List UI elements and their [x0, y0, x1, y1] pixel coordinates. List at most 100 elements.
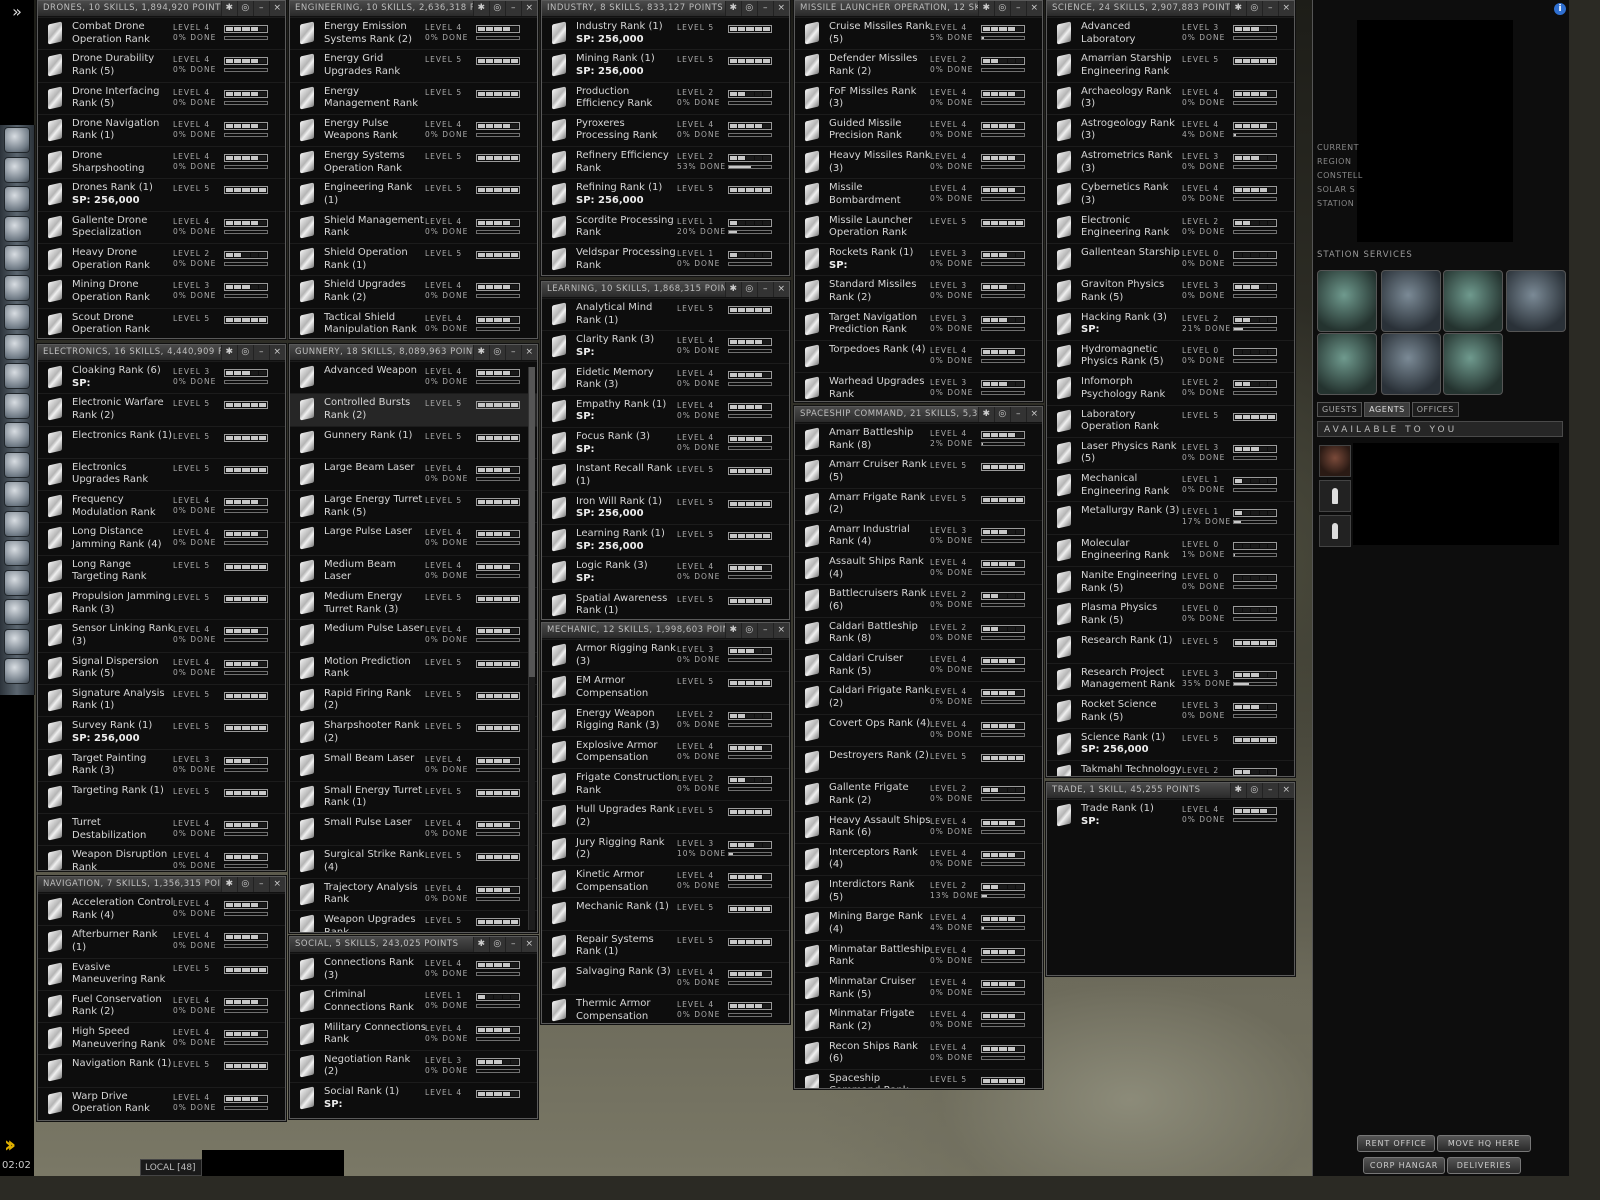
skill-row[interactable]: Trade Rank (1) SP: LEVEL 4 0% DONE [1047, 799, 1294, 831]
skill-row[interactable]: Caldari Battleship Rank (8) LEVEL 2 0% DO… [795, 616, 1042, 649]
pin-icon[interactable]: ✱ [221, 345, 237, 360]
skill-row[interactable]: Learning Rank (1) SP: 256,000 LEVEL 5 [542, 524, 789, 556]
skill-row[interactable]: Destroyers Rank (2) LEVEL 5 [795, 745, 1042, 778]
map-icon[interactable] [5, 275, 29, 300]
skill-row[interactable]: Heavy Drone Operation Rank LEVEL 2 0% DON… [38, 243, 285, 275]
skill-row[interactable]: Signal Dispersion Rank (5) LEVEL 4 0% DON… [38, 651, 285, 684]
agent-portrait[interactable] [1319, 445, 1351, 477]
skill-row[interactable]: Social Rank (1) SP: LEVEL 4 [290, 1082, 537, 1114]
skill-row[interactable]: Drone Navigation Rank (1) LEVEL 4 0% DONE [38, 113, 285, 146]
pin-icon[interactable]: ✱ [978, 1, 994, 16]
minimize-icon[interactable]: – [505, 1, 521, 16]
skill-row[interactable]: Research Project Management Rank LEVEL 3… [1047, 662, 1294, 695]
minimize-icon[interactable]: – [757, 282, 773, 297]
close-icon[interactable]: × [269, 345, 285, 360]
skill-row[interactable]: Medium Beam Laser LEVEL 4 0% DONE [290, 554, 537, 587]
close-icon[interactable]: × [521, 345, 537, 360]
pin-icon[interactable]: ✱ [473, 937, 489, 952]
minimize-icon[interactable]: – [253, 345, 269, 360]
skill-row[interactable]: Missile Bombardment LEVEL 4 0% DONE [795, 178, 1042, 210]
skill-row[interactable]: Frigate Construction Rank LEVEL 2 0% DONE [542, 768, 789, 800]
skill-row[interactable]: Advanced Weapon LEVEL 4 0% DONE [290, 361, 537, 393]
settings-icon[interactable]: ◎ [741, 282, 757, 297]
rent-office-button[interactable]: RENT OFFICE [1357, 1135, 1435, 1152]
settings-icon[interactable]: ◎ [489, 937, 505, 952]
cargo-icon[interactable] [5, 393, 29, 418]
starmap-icon[interactable] [5, 364, 29, 388]
skill-row[interactable]: Focus Rank (3) SP: LEVEL 4 0% DONE [542, 427, 789, 459]
skill-row[interactable]: Tactical Shield Manipulation Rank LEVEL … [290, 307, 537, 338]
skill-row[interactable]: Small Beam Laser LEVEL 4 0% DONE [290, 748, 537, 781]
skill-row[interactable]: Assault Ships Rank (4) LEVEL 4 0% DONE [795, 552, 1042, 584]
pin-icon[interactable]: ✱ [473, 1, 489, 16]
skill-row[interactable]: Trajectory Analysis Rank LEVEL 4 0% DONE [290, 877, 537, 910]
skill-row[interactable]: Instant Recall Rank (1) LEVEL 5 [542, 459, 789, 491]
skill-row[interactable]: Sharpshooter Rank (2) LEVEL 5 [290, 716, 537, 748]
skill-row[interactable]: Molecular Engineering Rank LEVEL 0 1% DON… [1047, 533, 1294, 566]
notepad-icon[interactable] [5, 216, 29, 241]
skill-row[interactable]: Refinery Efficiency Rank LEVEL 2 53% DONE [542, 146, 789, 178]
skill-row[interactable]: Industry Rank (1) SP: 256,000 LEVEL 5 [542, 17, 789, 49]
local-chat-tab[interactable]: LOCAL [48] [140, 1159, 202, 1176]
skill-row[interactable]: Astrometrics Rank (3) LEVEL 3 0% DONE [1047, 146, 1294, 178]
skill-row[interactable]: Large Pulse Laser LEVEL 4 0% DONE [290, 522, 537, 554]
skill-row[interactable]: Rockets Rank (1) SP: LEVEL 3 0% DONE [795, 243, 1042, 275]
wallet-icon[interactable] [5, 452, 29, 477]
window-header[interactable]: GUNNERY, 18 SKILLS, 8,089,963 POINTS ✱ ◎ –… [290, 345, 537, 361]
move-hq-here-button[interactable]: MOVE HQ HERE [1437, 1135, 1531, 1152]
journal-icon[interactable] [5, 305, 29, 329]
window-header[interactable]: DRONES, 10 SKILLS, 1,894,920 POINTS ✱ ◎ – × [38, 1, 285, 17]
skill-row[interactable]: Science Rank (1) SP: 256,000 LEVEL 5 [1047, 727, 1294, 760]
close-icon[interactable]: × [1026, 1, 1042, 16]
skill-row[interactable]: Sensor Linking Rank (3) LEVEL 4 0% DONE [38, 619, 285, 651]
pin-icon[interactable]: ✱ [221, 877, 237, 892]
close-icon[interactable]: × [521, 937, 537, 952]
window-header[interactable]: INDUSTRY, 8 SKILLS, 833,127 POINTS ✱ ◎ – × [542, 1, 789, 17]
skill-row[interactable]: Amarr Cruiser Rank (5) LEVEL 5 [795, 455, 1042, 487]
skill-row[interactable]: Drone Interfacing Rank (5) LEVEL 4 0% DON… [38, 81, 285, 114]
skill-row[interactable]: Battlecruisers Rank (6) LEVEL 2 0% DONE [795, 584, 1042, 616]
skill-row[interactable]: Analytical Mind Rank (1) LEVEL 5 [542, 298, 789, 330]
skill-row[interactable]: Recon Ships Rank (6) LEVEL 4 0% DONE [795, 1036, 1042, 1069]
pin-icon[interactable]: ✱ [725, 282, 741, 297]
skill-row[interactable]: Energy Systems Operation Rank LEVEL 5 [290, 146, 537, 178]
window-header[interactable]: SCIENCE, 24 SKILLS, 2,907,883 POINTS ✱ ◎ –… [1047, 1, 1294, 17]
skill-row[interactable]: Amarr Battleship Rank (8) LEVEL 4 2% DONE [795, 423, 1042, 455]
skill-row[interactable]: Spatial Awareness Rank (1) LEVEL 5 [542, 588, 789, 619]
skill-row[interactable]: Hydromagnetic Physics Rank (5) LEVEL 0 0%… [1047, 339, 1294, 372]
skill-row[interactable]: Caldari Frigate Rank (2) LEVEL 4 0% DONE [795, 681, 1042, 713]
settings-icon[interactable]: ◎ [1246, 783, 1262, 798]
skill-row[interactable]: Rapid Firing Rank (2) LEVEL 5 [290, 683, 537, 716]
skill-row[interactable]: Infomorph Psychology Rank LEVEL 2 0% DONE [1047, 372, 1294, 404]
pin-icon[interactable]: ✱ [473, 345, 489, 360]
window-header[interactable]: LEARNING, 10 SKILLS, 1,868,315 POINTS ✱ ◎… [542, 282, 789, 298]
skill-row[interactable]: Turret Destabilization LEVEL 4 0% DONE [38, 813, 285, 845]
settings-icon[interactable]: ◎ [237, 1, 253, 16]
skill-row[interactable]: Scordite Processing Rank LEVEL 1 20% DONE [542, 210, 789, 243]
people-icon[interactable] [5, 157, 29, 182]
skill-row[interactable]: Connections Rank (3) LEVEL 4 0% DONE [290, 953, 537, 985]
deliveries-button[interactable]: DELIVERIES [1447, 1157, 1521, 1174]
skill-row[interactable]: Laser Physics Rank (5) LEVEL 3 0% DONE [1047, 436, 1294, 469]
window-header[interactable]: SPACESHIP COMMAND, 21 SKILLS, 5,3 ✱ ◎ – × [795, 407, 1042, 423]
skill-row[interactable]: Heavy Missiles Rank (3) LEVEL 4 0% DONE [795, 146, 1042, 178]
skill-row[interactable]: Hacking Rank (3) SP: LEVEL 2 21% DONE [1047, 307, 1294, 340]
skill-row[interactable]: Energy Weapon Rigging Rank (3) LEVEL 2 0%… [542, 703, 789, 736]
skill-row[interactable]: Small Pulse Laser LEVEL 4 0% DONE [290, 813, 537, 845]
skill-row[interactable]: Target Painting Rank (3) LEVEL 3 0% DONE [38, 748, 285, 781]
corp-icon[interactable] [5, 659, 29, 683]
skill-row[interactable]: Drone Durability Rank (5) LEVEL 4 0% DONE [38, 49, 285, 81]
skill-row[interactable]: Targeting Rank (1) LEVEL 5 [38, 780, 285, 813]
skill-row[interactable]: Warp Drive Operation Rank LEVEL 4 0% DONE [38, 1086, 285, 1119]
skill-row[interactable]: Iron Will Rank (1) SP: 256,000 LEVEL 5 [542, 491, 789, 524]
skill-row[interactable]: Electronic Engineering Rank LEVEL 2 0% DO… [1047, 210, 1294, 243]
skill-row[interactable]: Target Navigation Prediction Rank LEVEL … [795, 307, 1042, 340]
skill-row[interactable]: Shield Operation Rank (1) LEVEL 5 [290, 243, 537, 275]
skill-row[interactable]: Takmahl Technology Rank LEVEL 259% DONE [1047, 759, 1294, 776]
contracts-icon[interactable] [5, 511, 29, 536]
info-icon[interactable] [5, 600, 29, 624]
skill-row[interactable]: Mining Drone Operation Rank LEVEL 3 0% DO… [38, 275, 285, 307]
skill-row[interactable]: Controlled Bursts Rank (2) LEVEL 5 [290, 393, 537, 426]
skill-row[interactable]: Energy Management Rank LEVEL 5 [290, 81, 537, 114]
window-header[interactable]: NAVIGATION, 7 SKILLS, 1,356,315 POINTS ✱… [38, 877, 285, 893]
